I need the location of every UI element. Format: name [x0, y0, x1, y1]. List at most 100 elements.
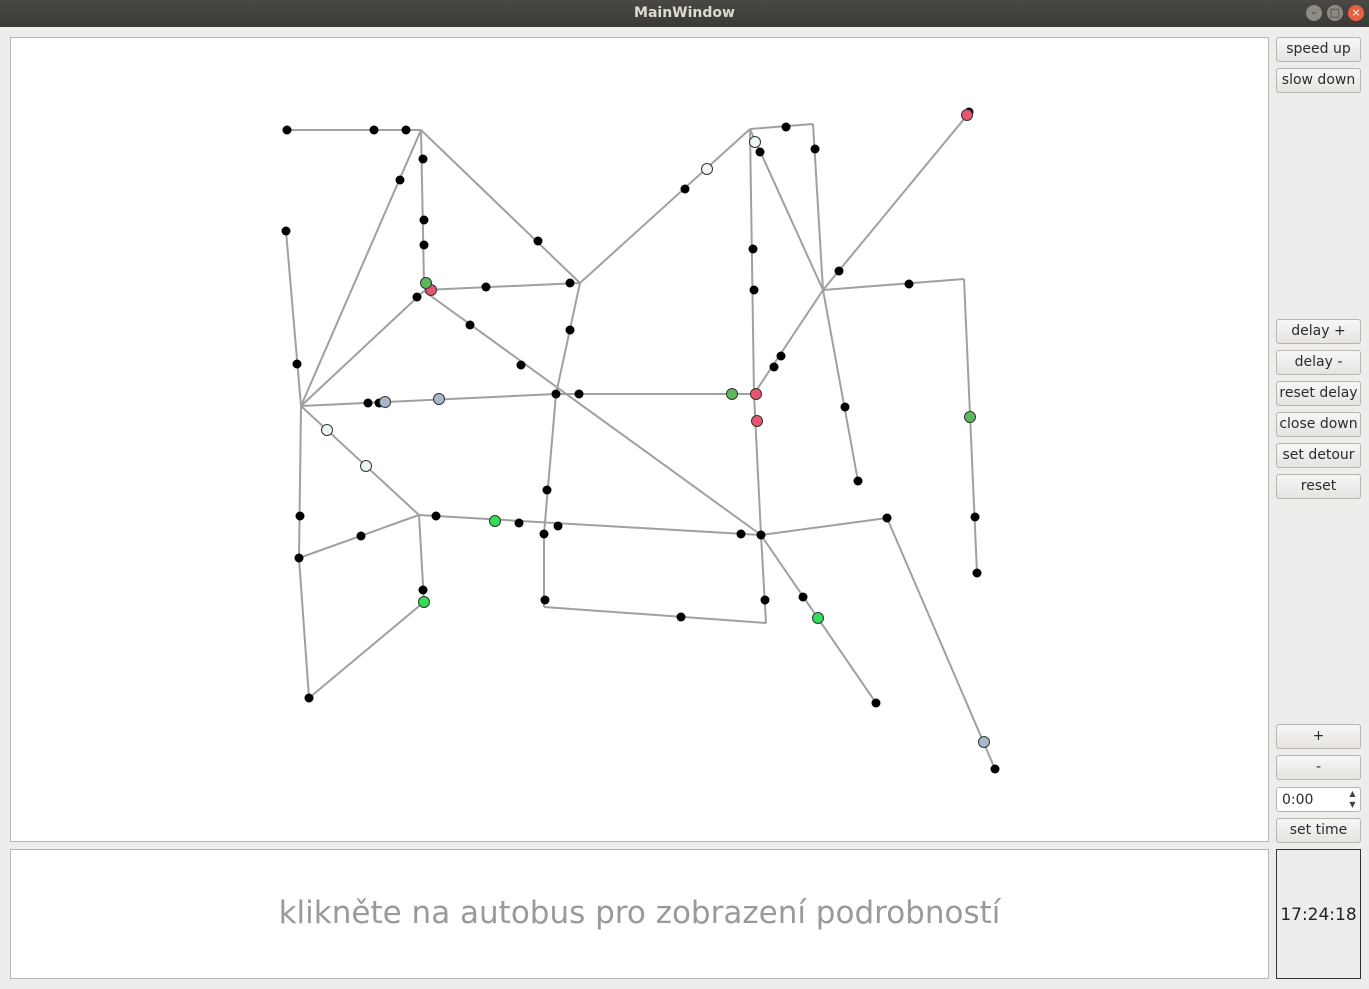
bus-stop [514, 518, 524, 528]
street-segment [753, 289, 824, 395]
bus-stop [418, 154, 428, 164]
street-segment [579, 128, 751, 284]
bus-stop [533, 236, 543, 246]
bus-stop [419, 240, 429, 250]
street-segment [300, 393, 557, 407]
bus-marker[interactable] [961, 109, 973, 121]
bus-stop [431, 511, 441, 521]
bus-stop [294, 553, 304, 563]
street-segment [285, 230, 302, 407]
street-segment [543, 393, 557, 535]
bus-stop [756, 530, 766, 540]
bus-marker[interactable] [749, 136, 761, 148]
zoom-in-button[interactable]: + [1276, 724, 1361, 749]
street-segment [420, 129, 581, 284]
spin-up-icon[interactable]: ▲ [1347, 789, 1358, 798]
street-segment [300, 129, 422, 407]
street-segment [822, 289, 859, 482]
bus-stop [539, 529, 549, 539]
bus-marker[interactable] [751, 415, 763, 427]
street-segment [298, 405, 302, 559]
delay-plus-button[interactable]: delay + [1276, 319, 1361, 344]
reset-button[interactable]: reset [1276, 474, 1361, 499]
bus-marker[interactable] [701, 163, 713, 175]
bus-stop [481, 282, 491, 292]
street-segment [300, 405, 420, 516]
bus-stop [748, 244, 758, 254]
bus-stop [369, 125, 379, 135]
bus-stop [798, 592, 808, 602]
bus-stop [356, 531, 366, 541]
time-spinbox-value[interactable]: 0:00 [1282, 792, 1313, 808]
bus-marker[interactable] [433, 393, 445, 405]
time-spinbox[interactable]: 0:00 ▲ ▼ [1276, 787, 1361, 812]
bus-stop [769, 362, 779, 372]
bus-marker[interactable] [360, 460, 372, 472]
clock-display: 17:24:18 [1276, 849, 1361, 979]
bus-marker[interactable] [750, 388, 762, 400]
bus-stop [282, 125, 292, 135]
zoom-out-button[interactable]: - [1276, 755, 1361, 780]
bus-stop [574, 389, 584, 399]
street-segment [822, 278, 965, 291]
bus-marker[interactable] [812, 612, 824, 624]
bus-stop [676, 612, 686, 622]
bus-marker[interactable] [418, 596, 430, 608]
slow-down-button[interactable]: slow down [1276, 68, 1361, 93]
bus-stop [412, 292, 422, 302]
bus-stop [565, 278, 575, 288]
bus-marker[interactable] [420, 277, 432, 289]
bus-stop [281, 226, 291, 236]
bus-stop [419, 215, 429, 225]
delay-minus-button[interactable]: delay - [1276, 350, 1361, 375]
bus-stop [840, 402, 850, 412]
set-time-button[interactable]: set time [1276, 818, 1361, 843]
bus-stop [834, 266, 844, 276]
bus-stop [292, 359, 302, 369]
close-icon[interactable]: × [1348, 5, 1364, 21]
bus-info-panel: klikněte na autobus pro zobrazení podrob… [10, 849, 1269, 979]
bus-marker[interactable] [978, 736, 990, 748]
street-segment [760, 517, 888, 536]
street-segment [963, 278, 978, 574]
close-down-button[interactable]: close down [1276, 412, 1361, 437]
bus-stop [776, 351, 786, 361]
bus-stop [990, 764, 1000, 774]
bus-marker[interactable] [489, 515, 501, 527]
set-detour-button[interactable]: set detour [1276, 443, 1361, 468]
bus-stop [363, 398, 373, 408]
bus-stop [972, 568, 982, 578]
bus-stop [749, 285, 759, 295]
reset-delay-button[interactable]: reset delay [1276, 381, 1361, 406]
street-segment [822, 112, 970, 291]
minimize-icon[interactable]: – [1306, 5, 1322, 21]
bus-stop [871, 698, 881, 708]
bus-stop [853, 476, 863, 486]
spin-down-icon[interactable]: ▼ [1347, 800, 1358, 809]
bus-marker[interactable] [321, 424, 333, 436]
bus-marker[interactable] [726, 388, 738, 400]
speed-up-button[interactable]: speed up [1276, 37, 1361, 62]
bus-stop [395, 175, 405, 185]
map-graph[interactable] [11, 38, 1268, 841]
street-segment [420, 129, 425, 285]
bus-stop [810, 144, 820, 154]
bus-stop [418, 585, 428, 595]
clock-time: 17:24:18 [1280, 905, 1357, 925]
map-canvas[interactable] [10, 37, 1269, 842]
street-segment [300, 290, 425, 407]
bus-stop [904, 279, 914, 289]
bus-stop [553, 521, 563, 531]
bus-marker[interactable] [379, 396, 391, 408]
bus-stop [304, 693, 314, 703]
street-segment [423, 282, 581, 291]
street-segment [749, 123, 814, 130]
street-segment [886, 517, 996, 770]
bus-marker[interactable] [964, 411, 976, 423]
window-title: MainWindow [634, 5, 735, 21]
street-segment [760, 534, 767, 624]
bus-stop [882, 513, 892, 523]
maximize-icon[interactable]: □ [1327, 5, 1343, 21]
title-bar: MainWindow – □ × [0, 0, 1369, 27]
street-segment [418, 514, 762, 536]
